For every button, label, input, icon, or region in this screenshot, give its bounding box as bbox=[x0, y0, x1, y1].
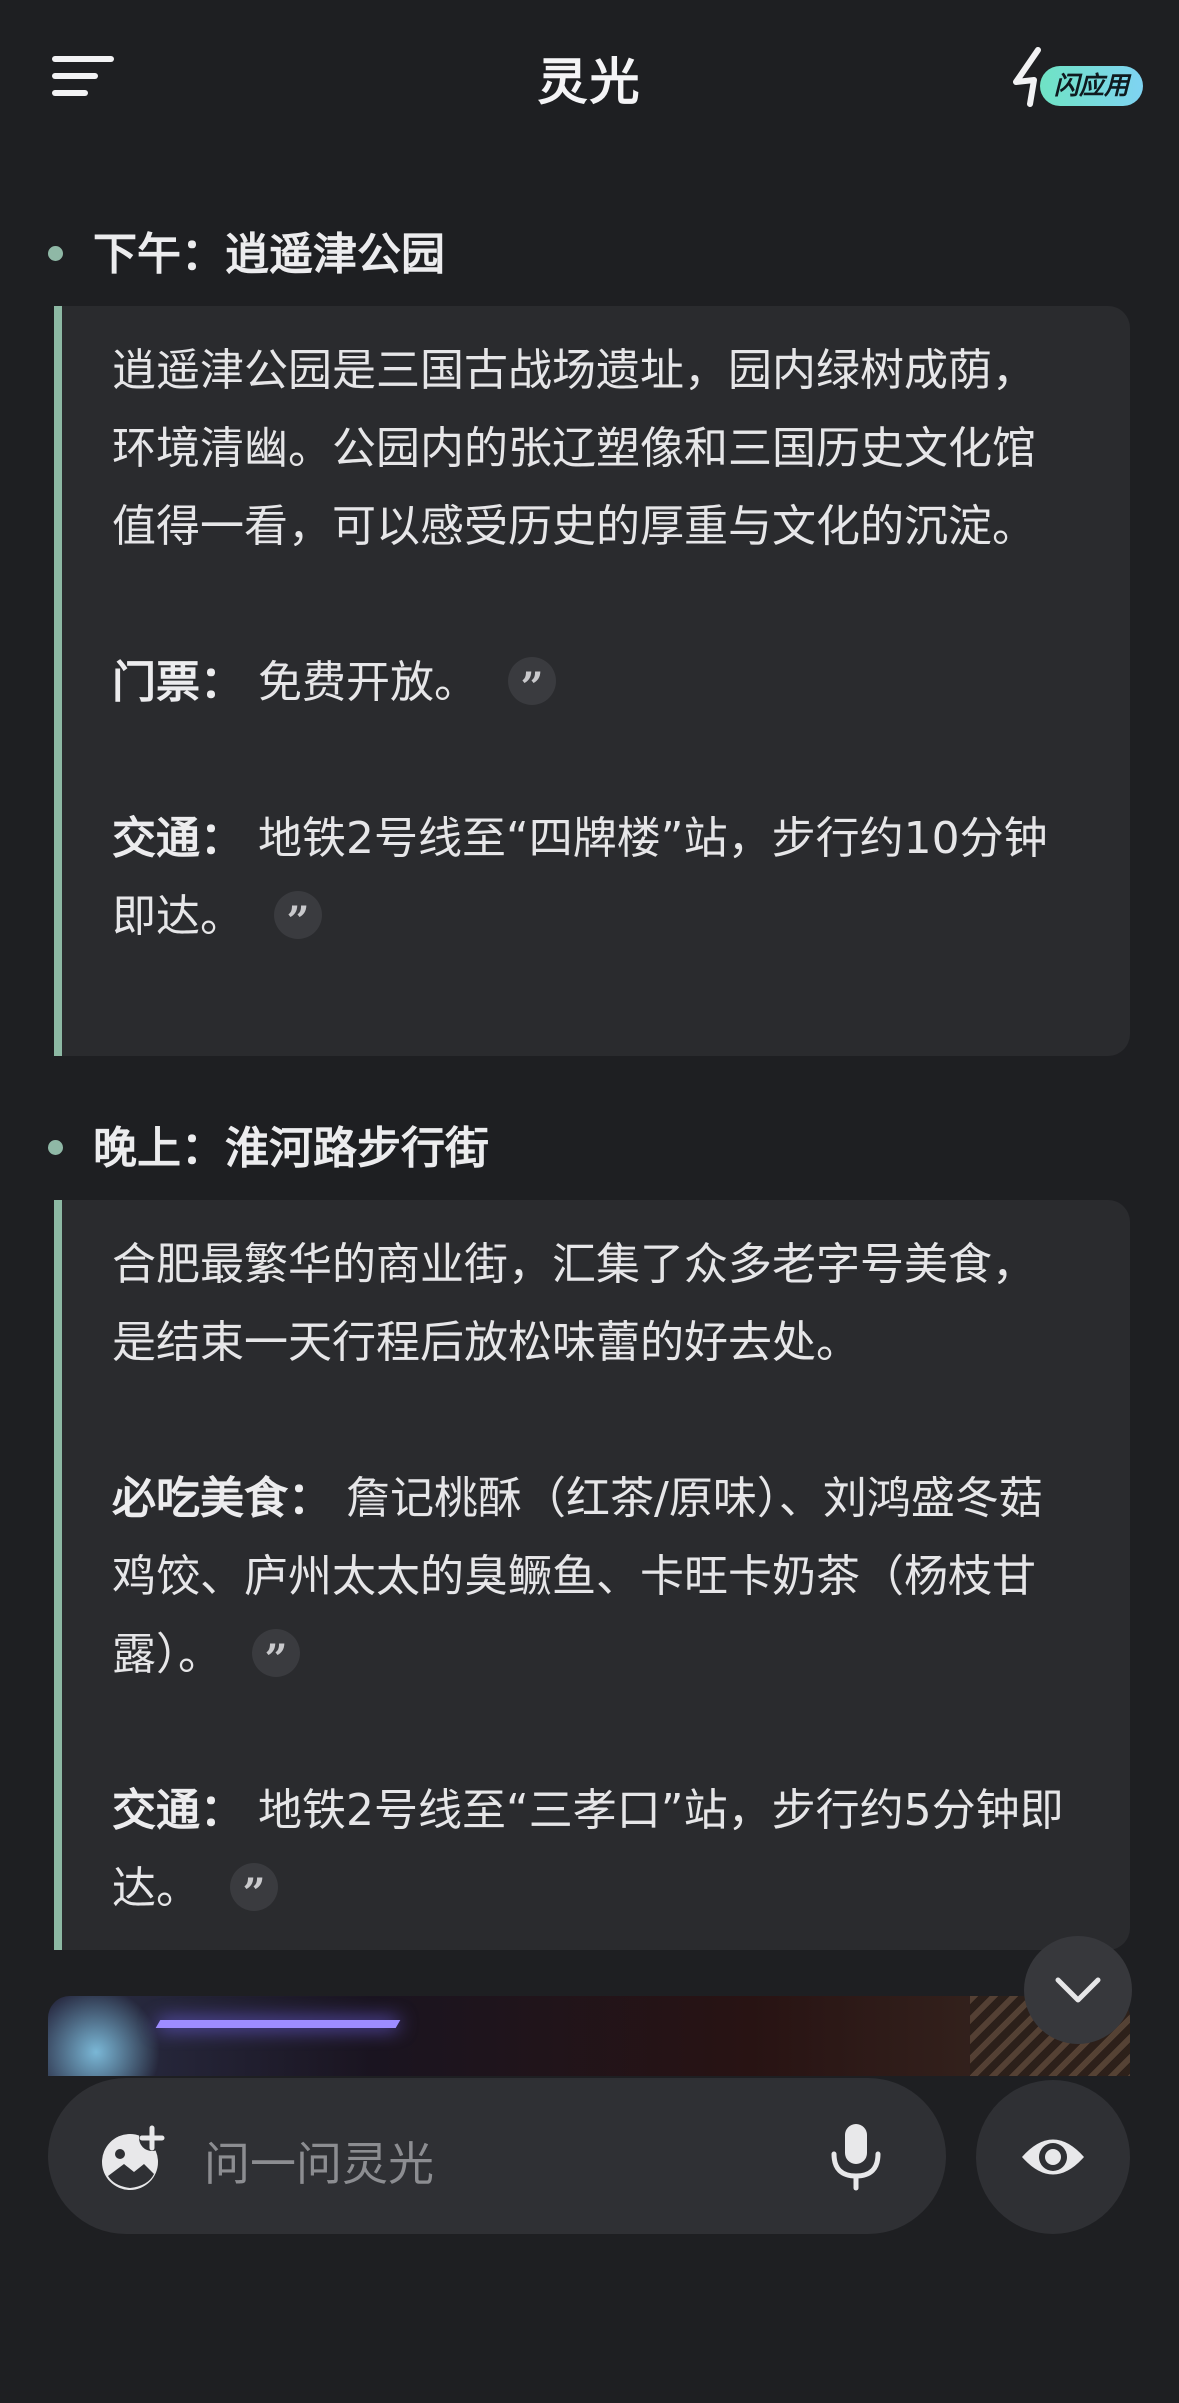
detail-label: 交通： bbox=[112, 1785, 244, 1836]
detail-label: 交通： bbox=[112, 813, 244, 864]
section-title-text: 下午：逍遥津公园 bbox=[93, 229, 445, 280]
detail-text: 地铁2号线至“四牌楼”站，步行约10分钟即达。 bbox=[112, 813, 1048, 942]
quote-icon[interactable]: ” bbox=[230, 1863, 278, 1917]
section-title-afternoon: 下午：逍遥津公园 bbox=[48, 218, 445, 282]
bullet-dot bbox=[48, 245, 63, 261]
quote-icon[interactable]: ” bbox=[508, 657, 556, 711]
description-text: 逍遥津公园是三国古战场遗址，园内绿树成荫，环境清幽。公园内的张辽塑像和三国历史文… bbox=[112, 345, 1036, 552]
detail-food: 必吃美食： 詹记桃酥（红茶/原味）、刘鸿盛冬菇鸡饺、庐州太太的臭鳜鱼、卡旺卡奶茶… bbox=[112, 1460, 1070, 1694]
section-title-text: 晚上：淮河路步行街 bbox=[93, 1123, 489, 1174]
top-header: 灵光 闪应用 bbox=[0, 0, 1179, 150]
section-title-evening: 晚上：淮河路步行街 bbox=[48, 1112, 489, 1176]
add-image-icon[interactable] bbox=[98, 2124, 168, 2194]
eye-icon bbox=[1022, 2139, 1084, 2175]
flash-app-button[interactable]: 闪应用 bbox=[1008, 46, 1148, 108]
detail-label: 门票： bbox=[112, 657, 244, 708]
quote-icon[interactable]: ” bbox=[274, 891, 322, 945]
detail-transport: 交通： 地铁2号线至“三孝口”站，步行约5分钟即达。” bbox=[112, 1772, 1070, 1928]
bullet-dot bbox=[48, 1139, 63, 1155]
chat-input-placeholder[interactable]: 问一问灵光 bbox=[204, 2128, 434, 2194]
scroll-down-button[interactable] bbox=[1024, 1936, 1132, 2044]
page-title: 灵光 bbox=[537, 53, 642, 111]
section-card-afternoon: 逍遥津公园是三国古战场遗址，园内绿树成荫，环境清幽。公园内的张辽塑像和三国历史文… bbox=[54, 306, 1130, 1056]
flash-app-badge: 闪应用 bbox=[1040, 66, 1144, 106]
detail-text: 免费开放。 bbox=[258, 657, 478, 708]
chevron-down-icon bbox=[1055, 1977, 1101, 2003]
detail-transport: 交通： 地铁2号线至“四牌楼”站，步行约10分钟即达。” bbox=[112, 800, 1070, 956]
description-text: 合肥最繁华的商业街，汇集了众多老字号美食，是结束一天行程后放松味蕾的好去处。 bbox=[112, 1239, 1036, 1368]
detail-ticket: 门票： 免费开放。 ” bbox=[112, 644, 1070, 722]
night-street-image[interactable] bbox=[48, 1996, 1130, 2076]
quote-icon[interactable]: ” bbox=[252, 1629, 300, 1683]
microphone-icon[interactable] bbox=[828, 2122, 884, 2192]
section-card-evening: 合肥最繁华的商业街，汇集了众多老字号美食，是结束一天行程后放松味蕾的好去处。 必… bbox=[54, 1200, 1130, 1950]
detail-label: 必吃美食： bbox=[112, 1473, 332, 1524]
vision-button[interactable] bbox=[976, 2080, 1130, 2234]
chat-input-bar[interactable]: 问一问灵光 bbox=[48, 2078, 946, 2234]
